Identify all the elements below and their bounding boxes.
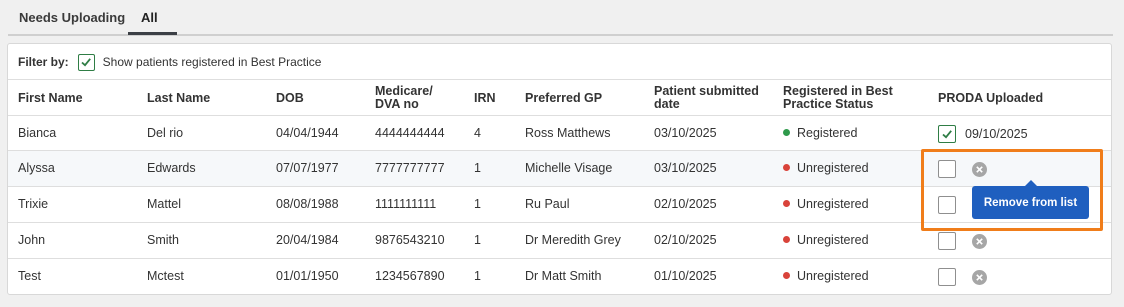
submitted-date-cell: 01/10/2025 [654,269,717,283]
status-cell: Unregistered [783,151,869,185]
last-name-cell: Mctest [147,269,184,283]
proda-uploaded-date: 09/10/2025 [965,127,1028,141]
submitted-date-cell: 02/10/2025 [654,197,717,211]
table-row: John Smith 20/04/1984 9876543210 1 Dr Meredit… [8,222,1111,258]
status-cell: Unregistered [783,187,869,221]
status-label: Unregistered [797,269,869,283]
dob-cell: 07/07/1977 [276,161,339,175]
patients-card: Filter by: Show patients registered in B… [7,43,1112,295]
col-registered-status: Registered in Best Practice Status [783,85,893,111]
status-dot-icon [783,200,790,208]
medicare-cell: 9876543210 [375,233,445,247]
check-icon [942,130,952,139]
last-name-cell: Edwards [147,161,196,175]
filter-checkbox[interactable] [77,53,95,71]
status-cell: Registered [783,116,857,150]
status-label: Unregistered [797,233,869,247]
col-last-name: Last Name [147,91,211,105]
table-row: Trixie Mattel 08/08/1988 1111111111 1 Ru Paul… [8,186,1111,222]
check-icon [81,58,92,67]
status-dot-icon [783,164,790,172]
proda-uploaded-checkbox[interactable] [938,196,956,214]
filter-bar: Filter by: Show patients registered in B… [18,52,321,72]
first-name-cell: John [18,233,46,247]
medicare-cell: 7777777777 [375,161,445,175]
remove-icon[interactable] [972,233,987,249]
col-submitted-date: Patient submitted date [654,85,759,111]
first-name-cell: Test [18,269,41,283]
col-submitted-line2: date [654,97,680,111]
preferred-gp-cell: Dr Meredith Grey [525,233,621,247]
table-row: Alyssa Edwards 07/07/1977 7777777777 1 Michel… [8,150,1111,186]
proda-cell [938,187,956,223]
irn-cell: 1 [474,233,481,247]
tab-all[interactable]: All [141,10,158,25]
irn-cell: 1 [474,269,481,283]
dob-cell: 08/08/1988 [276,197,339,211]
col-medicare-line2: DVA no [375,97,419,111]
tab-needs-uploading[interactable]: Needs Uploading [19,10,125,25]
submitted-date-cell: 03/10/2025 [654,126,717,140]
status-label: Registered [797,126,858,140]
first-name-cell: Bianca [18,126,57,140]
irn-cell: 4 [474,126,481,140]
status-dot-icon [783,236,790,244]
col-first-name: First Name [18,91,83,105]
medicare-cell: 1111111111 [375,197,437,211]
preferred-gp-cell: Ross Matthews [525,126,611,140]
submitted-date-cell: 02/10/2025 [654,233,717,247]
last-name-cell: Del rio [147,126,184,140]
first-name-cell: Alyssa [18,161,55,175]
filter-label: Filter by: [18,55,69,69]
status-label: Unregistered [797,197,869,211]
last-name-cell: Smith [147,233,179,247]
dob-cell: 01/01/1950 [276,269,339,283]
filter-option-label[interactable]: Show patients registered in Best Practic… [103,55,322,69]
medicare-cell: 1234567890 [375,269,445,283]
proda-cell [938,259,987,295]
dob-cell: 04/04/1944 [276,126,339,140]
medicare-cell: 4444444444 [375,126,445,140]
irn-cell: 1 [474,161,481,175]
irn-cell: 1 [474,197,481,211]
preferred-gp-cell: Dr Matt Smith [525,269,602,283]
remove-icon[interactable] [972,161,987,177]
status-cell: Unregistered [783,223,869,257]
col-medicare: Medicare/ DVA no [375,85,433,111]
proda-uploaded-checkbox[interactable] [938,125,956,143]
col-irn: IRN [474,91,496,105]
first-name-cell: Trixie [18,197,49,211]
col-preferred-gp: Preferred GP [525,91,603,105]
proda-cell [938,223,987,259]
col-proda-uploaded: PRODA Uploaded [938,91,1044,105]
status-cell: Unregistered [783,259,869,293]
proda-uploaded-checkbox[interactable] [938,232,956,250]
submitted-date-cell: 03/10/2025 [654,161,717,175]
proda-cell: 09/10/2025 [938,116,1028,152]
tab-bar: Needs Uploading All [8,0,1113,36]
table-row: Test Mctest 01/01/1950 1234567890 1 Dr Matt S… [8,258,1111,294]
remove-icon[interactable] [972,269,987,285]
proda-uploaded-checkbox[interactable] [938,268,956,286]
header-divider [8,79,1111,80]
preferred-gp-cell: Ru Paul [525,197,570,211]
status-dot-icon [783,272,790,280]
last-name-cell: Mattel [147,197,182,211]
table-row: Bianca Del rio 04/04/1944 4444444444 4 Ross M… [8,115,1111,151]
col-dob: DOB [276,91,304,105]
status-dot-icon [783,129,790,137]
col-registered-line2: Practice Status [783,97,874,111]
remove-from-list-button[interactable]: Remove from list [972,180,1089,219]
preferred-gp-cell: Michelle Visage [525,161,613,175]
proda-uploaded-checkbox[interactable] [938,160,956,178]
status-label: Unregistered [797,161,869,175]
proda-cell [938,151,987,187]
dob-cell: 20/04/1984 [276,233,339,247]
active-tab-indicator [128,32,177,35]
